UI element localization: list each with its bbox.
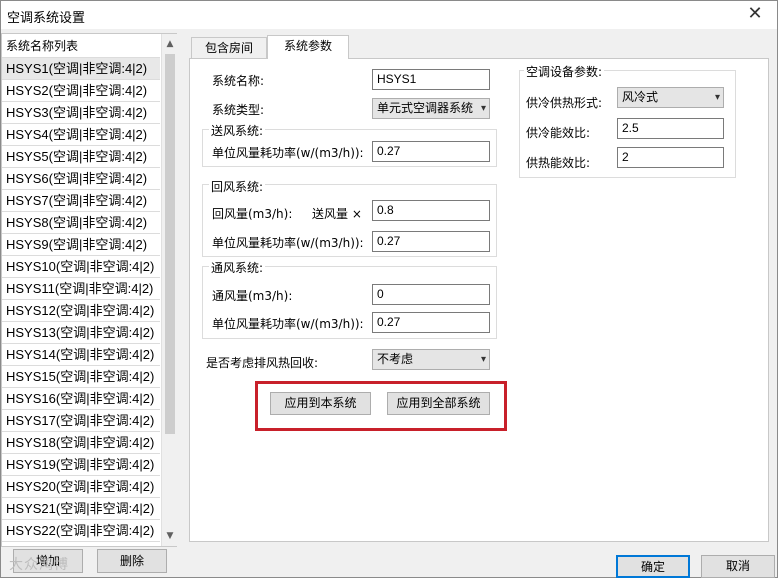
- mode-value: 风冷式: [622, 90, 659, 104]
- apply-this-system-button[interactable]: 应用到本系统: [270, 392, 371, 415]
- list-item[interactable]: HSYS2(空调|非空调:4|2): [2, 80, 160, 102]
- return-group-title: 回风系统:: [209, 178, 266, 195]
- dialog-window: 空调系统设置 ✕ 系统名称列表 HSYS1(空调|非空调:4|2) HSYS2(空…: [0, 0, 778, 578]
- watermark: 大众鸿博: [9, 557, 69, 573]
- mode-select[interactable]: 风冷式 ▾: [617, 87, 724, 108]
- list-item[interactable]: HSYS7(空调|非空调:4|2): [2, 190, 160, 212]
- vent-power-label: 单位风量耗功率(w/(m3/h)):: [212, 317, 364, 331]
- list-header: 系统名称列表: [2, 34, 160, 58]
- cooling-eer-label: 供冷能效比:: [526, 126, 591, 140]
- list-item[interactable]: HSYS20(空调|非空调:4|2): [2, 476, 160, 498]
- cancel-button[interactable]: 取消: [701, 555, 775, 578]
- list-item[interactable]: HSYS9(空调|非空调:4|2): [2, 234, 160, 256]
- system-name-label: 系统名称:: [212, 74, 265, 88]
- system-name-input[interactable]: HSYS1: [372, 69, 490, 90]
- return-volume-multiplier: 送风量 ×: [312, 207, 362, 221]
- list-scrollbar[interactable]: ▲ ▼: [161, 34, 177, 546]
- list-body: HSYS1(空调|非空调:4|2) HSYS2(空调|非空调:4|2) HSYS3(…: [2, 58, 160, 546]
- list-item[interactable]: HSYS4(空调|非空调:4|2): [2, 124, 160, 146]
- heating-eer-label: 供热能效比:: [526, 156, 591, 170]
- close-icon[interactable]: ✕: [743, 3, 767, 25]
- vent-volume-label: 通风量(m3/h):: [212, 289, 293, 303]
- scroll-down-icon[interactable]: ▼: [162, 528, 178, 544]
- supply-group-title: 送风系统:: [209, 122, 266, 139]
- system-list: 系统名称列表 HSYS1(空调|非空调:4|2) HSYS2(空调|非空调:4|2…: [1, 33, 177, 547]
- heating-eer-input[interactable]: 2: [617, 147, 724, 168]
- chevron-down-icon: ▾: [714, 92, 720, 103]
- list-item[interactable]: HSYS17(空调|非空调:4|2): [2, 410, 160, 432]
- equipment-group-title: 空调设备参数:: [524, 63, 605, 80]
- vent-power-input[interactable]: 0.27: [372, 312, 490, 333]
- list-item[interactable]: HSYS15(空调|非空调:4|2): [2, 366, 160, 388]
- system-type-label: 系统类型:: [212, 103, 265, 117]
- list-item[interactable]: HSYS10(空调|非空调:4|2): [2, 256, 160, 278]
- list-item[interactable]: HSYS19(空调|非空调:4|2): [2, 454, 160, 476]
- list-item[interactable]: HSYS14(空调|非空调:4|2): [2, 344, 160, 366]
- list-item[interactable]: HSYS18(空调|非空调:4|2): [2, 432, 160, 454]
- return-volume-label: 回风量(m3/h):: [212, 207, 293, 221]
- title-bar: 空调系统设置 ✕: [1, 1, 777, 29]
- window-title: 空调系统设置: [7, 11, 86, 26]
- supply-power-input[interactable]: 0.27: [372, 141, 490, 162]
- supply-power-label: 单位风量耗功率(w/(m3/h)):: [212, 146, 364, 160]
- list-item[interactable]: HSYS3(空调|非空调:4|2): [2, 102, 160, 124]
- list-item[interactable]: HSYS11(空调|非空调:4|2): [2, 278, 160, 300]
- heat-recovery-select[interactable]: 不考虑 ▾: [372, 349, 490, 370]
- list-item[interactable]: HSYS6(空调|非空调:4|2): [2, 168, 160, 190]
- return-power-input[interactable]: 0.27: [372, 231, 490, 252]
- tab-rooms[interactable]: 包含房间: [191, 37, 267, 59]
- list-item[interactable]: HSYS13(空调|非空调:4|2): [2, 322, 160, 344]
- chevron-down-icon: ▾: [480, 103, 486, 114]
- vent-volume-input[interactable]: 0: [372, 284, 490, 305]
- list-item[interactable]: HSYS16(空调|非空调:4|2): [2, 388, 160, 410]
- cooling-eer-input[interactable]: 2.5: [617, 118, 724, 139]
- apply-all-systems-button[interactable]: 应用到全部系统: [387, 392, 490, 415]
- list-item[interactable]: HSYS1(空调|非空调:4|2): [2, 58, 160, 80]
- system-type-select[interactable]: 单元式空调器系统 ▾: [372, 98, 490, 119]
- ok-button[interactable]: 确定: [616, 555, 690, 578]
- tab-system-params[interactable]: 系统参数: [267, 35, 349, 59]
- heat-recovery-label: 是否考虑排风热回收:: [206, 356, 319, 370]
- list-item[interactable]: HSYS22(空调|非空调:4|2): [2, 520, 160, 542]
- vent-group-title: 通风系统:: [209, 259, 266, 276]
- list-item[interactable]: HSYS21(空调|非空调:4|2): [2, 498, 160, 520]
- delete-button[interactable]: 删除: [97, 549, 167, 573]
- chevron-down-icon: ▾: [480, 354, 486, 365]
- system-type-value: 单元式空调器系统: [377, 101, 474, 115]
- list-item[interactable]: HSYS5(空调|非空调:4|2): [2, 146, 160, 168]
- return-volume-input[interactable]: 0.8: [372, 200, 490, 221]
- mode-label: 供冷供热形式:: [526, 96, 603, 110]
- scroll-thumb[interactable]: [165, 54, 175, 434]
- heat-recovery-value: 不考虑: [377, 352, 414, 366]
- list-item[interactable]: HSYS8(空调|非空调:4|2): [2, 212, 160, 234]
- return-power-label: 单位风量耗功率(w/(m3/h)):: [212, 236, 364, 250]
- scroll-up-icon[interactable]: ▲: [162, 36, 178, 52]
- list-item[interactable]: HSYS12(空调|非空调:4|2): [2, 300, 160, 322]
